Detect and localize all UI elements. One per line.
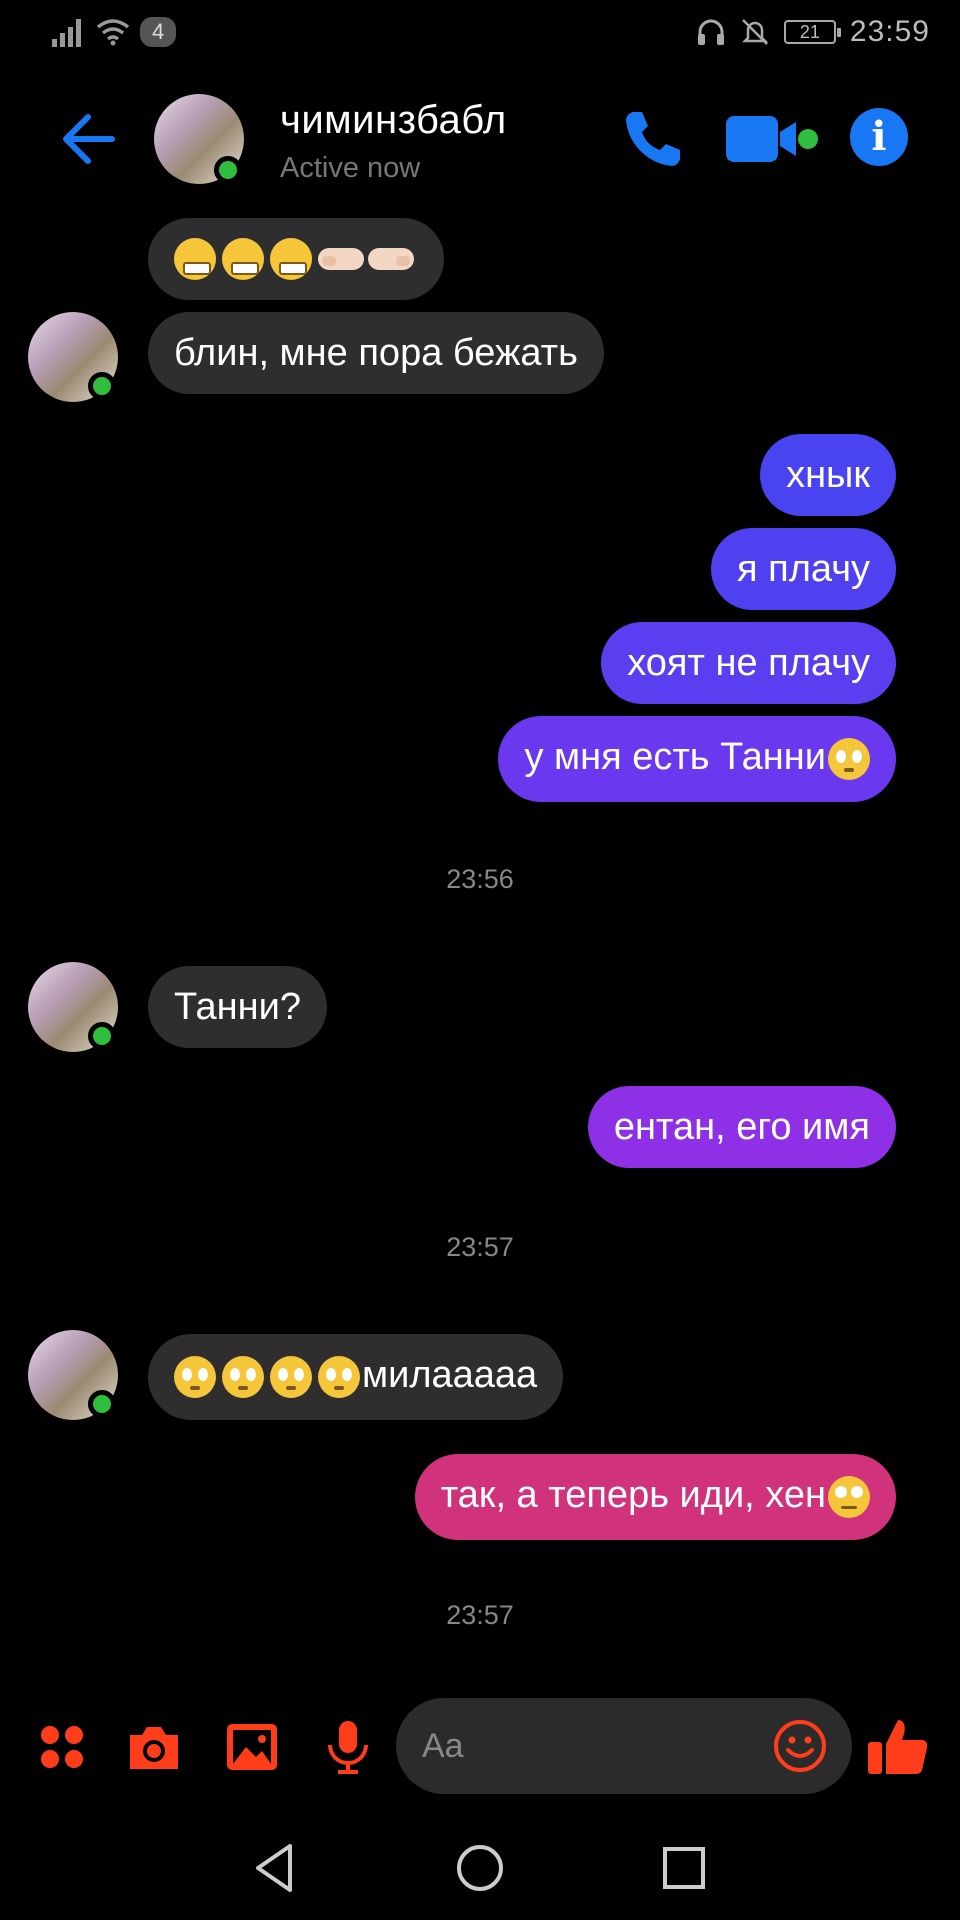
emoji-icon[interactable] [772,1718,828,1774]
contact-name[interactable]: чиминзбабл [280,98,507,143]
microphone-icon[interactable] [320,1719,376,1775]
message-composer [0,1692,960,1802]
grimace-emoji-icon [270,238,312,280]
online-indicator [214,156,242,184]
online-indicator [88,372,116,400]
video-camera-icon[interactable] [724,106,820,172]
online-indicator [88,1022,116,1050]
muted-bell-icon [741,19,768,45]
notification-count-badge: 4 [140,17,177,47]
message-outgoing[interactable]: ентан, его имя [587,1086,896,1168]
info-icon[interactable]: i [850,108,908,166]
status-bar: 4 21 23:59 [0,0,960,66]
message-timestamp: 23:57 [446,1600,514,1630]
signal-icon [52,19,81,47]
message-input[interactable] [422,1724,742,1768]
pleading-emoji-icon [222,1356,264,1398]
phone-icon[interactable] [620,106,686,172]
pleading-emoji-icon [318,1356,360,1398]
recents-square-icon[interactable] [656,1840,712,1896]
battery-level: 21 [799,22,820,42]
camera-icon[interactable] [126,1719,182,1775]
chat-header: чиминзбабл Active now i [0,84,960,194]
point-right-emoji-icon [318,248,364,270]
message-outgoing[interactable]: хнык [760,434,896,516]
pleading-emoji-icon [174,1356,216,1398]
message-incoming[interactable]: милааааа [148,1334,564,1420]
message-outgoing[interactable]: у мня есть Танни [498,716,896,802]
message-text: так, а теперь иди, хен [440,1474,826,1517]
apps-grid-icon[interactable] [34,1719,90,1775]
message-outgoing[interactable]: я плачу [711,528,896,610]
eye-roll-emoji-icon [828,1476,870,1518]
headphones-icon [697,19,724,45]
battery-icon: 21 [783,20,841,44]
message-text: милааааа [362,1354,538,1397]
message-text: у мня есть Танни [524,736,826,779]
wifi-icon [96,19,130,46]
pleading-emoji-icon [270,1356,312,1398]
grimace-emoji-icon [222,238,264,280]
back-triangle-icon[interactable] [248,1840,304,1896]
point-left-emoji-icon [368,248,414,270]
message-input-container[interactable] [396,1698,852,1794]
message-timestamp: 23:57 [446,1232,514,1262]
online-indicator [88,1390,116,1418]
message-outgoing[interactable]: так, а теперь иди, хен [414,1454,896,1540]
status-bar-left: 4 [52,14,177,50]
message-timestamp: 23:56 [446,864,514,894]
contact-status: Active now [280,152,421,184]
grimace-emoji-icon [174,238,216,280]
back-arrow-icon[interactable] [58,111,118,167]
message-incoming[interactable]: Танни? [148,966,327,1048]
message-incoming[interactable]: блин, мне пора бежать [148,312,604,394]
pleading-emoji-icon [828,738,870,780]
gallery-icon[interactable] [224,1719,280,1775]
status-time: 23:59 [849,15,930,48]
thumbs-up-icon[interactable] [866,1714,930,1778]
message-incoming[interactable] [148,218,444,300]
home-circle-icon[interactable] [452,1840,508,1896]
message-outgoing[interactable]: хоят не плачу [601,622,896,704]
system-navigation-bar [0,1820,960,1920]
status-bar-right: 21 23:59 [696,12,930,52]
